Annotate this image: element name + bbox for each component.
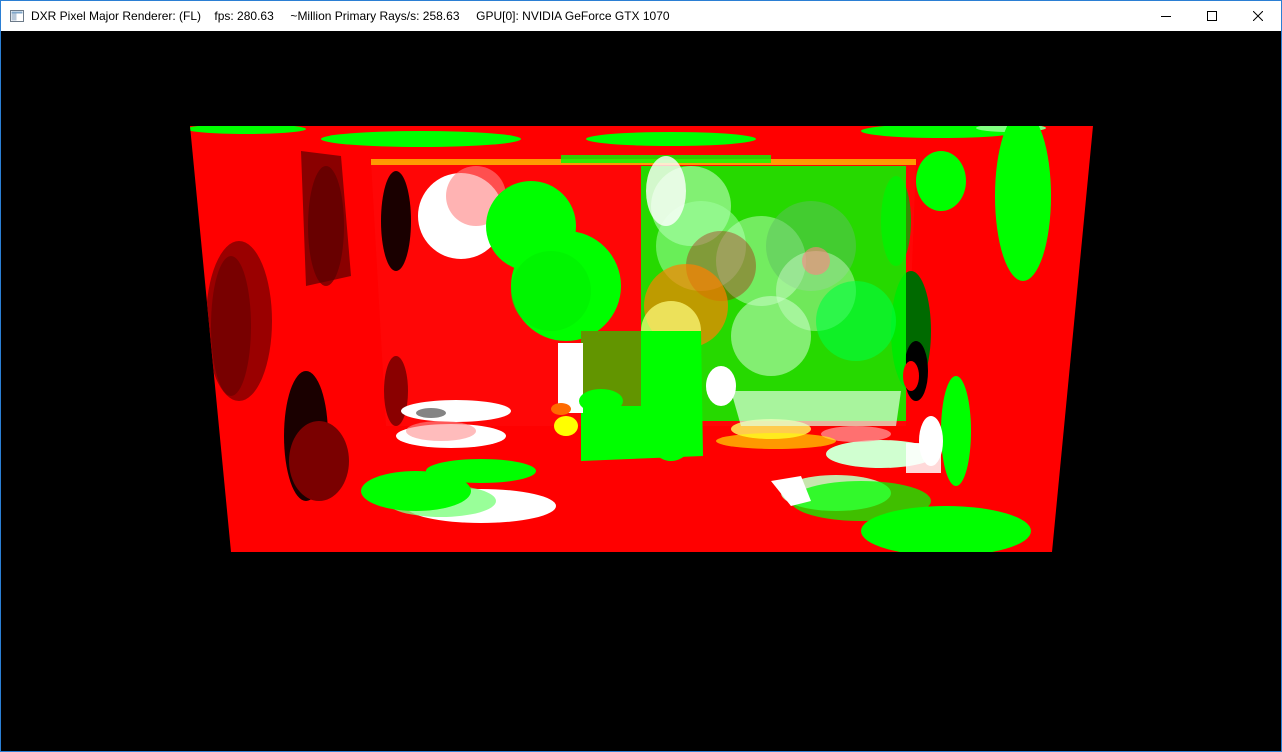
shadow-ellipse <box>416 408 446 418</box>
white-floor-patch <box>906 443 941 473</box>
app-window: DXR Pixel Major Renderer: (FL) fps: 280.… <box>0 0 1282 752</box>
green-ellipse <box>995 126 1051 281</box>
green-ellipse <box>643 381 699 461</box>
green-ellipse <box>916 151 966 211</box>
white-patch <box>706 366 736 406</box>
pink-floor-ellipse <box>406 421 476 441</box>
window-title: DXR Pixel Major Renderer: (FL) fps: 280.… <box>31 9 670 23</box>
dark-ellipse <box>381 171 411 271</box>
green-floor-ellipse <box>579 389 623 413</box>
minimize-icon <box>1161 11 1171 21</box>
green-sphere <box>511 251 591 331</box>
window-app-icon[interactable] <box>9 8 25 24</box>
translucent-sphere <box>731 296 811 376</box>
white-patch <box>646 156 686 226</box>
yellow-floor-strip <box>716 433 836 449</box>
maximize-icon <box>1207 11 1217 21</box>
window-controls <box>1143 1 1281 31</box>
close-button[interactable] <box>1235 1 1281 31</box>
close-icon <box>1253 11 1263 21</box>
inner-floor <box>731 391 901 426</box>
render-viewport[interactable] <box>1 31 1281 751</box>
minimize-button[interactable] <box>1143 1 1189 31</box>
green-floor-ellipse <box>861 506 1031 552</box>
rendered-scene <box>1 31 1281 751</box>
dark-red-ellipse <box>384 356 408 426</box>
dark-red-ellipse <box>211 256 251 396</box>
dark-red-ellipse <box>289 421 349 501</box>
yellow-floor-ellipse <box>554 416 578 436</box>
green-patch <box>321 131 521 147</box>
maximize-button[interactable] <box>1189 1 1235 31</box>
pink-sphere <box>802 247 830 275</box>
green-patch <box>586 132 756 146</box>
translucent-sphere <box>816 281 896 361</box>
red-patch <box>903 361 919 391</box>
orange-floor-ellipse <box>551 403 571 415</box>
green-ellipse <box>941 376 971 486</box>
green-floor-ellipse <box>426 459 536 483</box>
dark-red-ellipse <box>308 166 344 286</box>
title-bar[interactable]: DXR Pixel Major Renderer: (FL) fps: 280.… <box>1 1 1281 31</box>
